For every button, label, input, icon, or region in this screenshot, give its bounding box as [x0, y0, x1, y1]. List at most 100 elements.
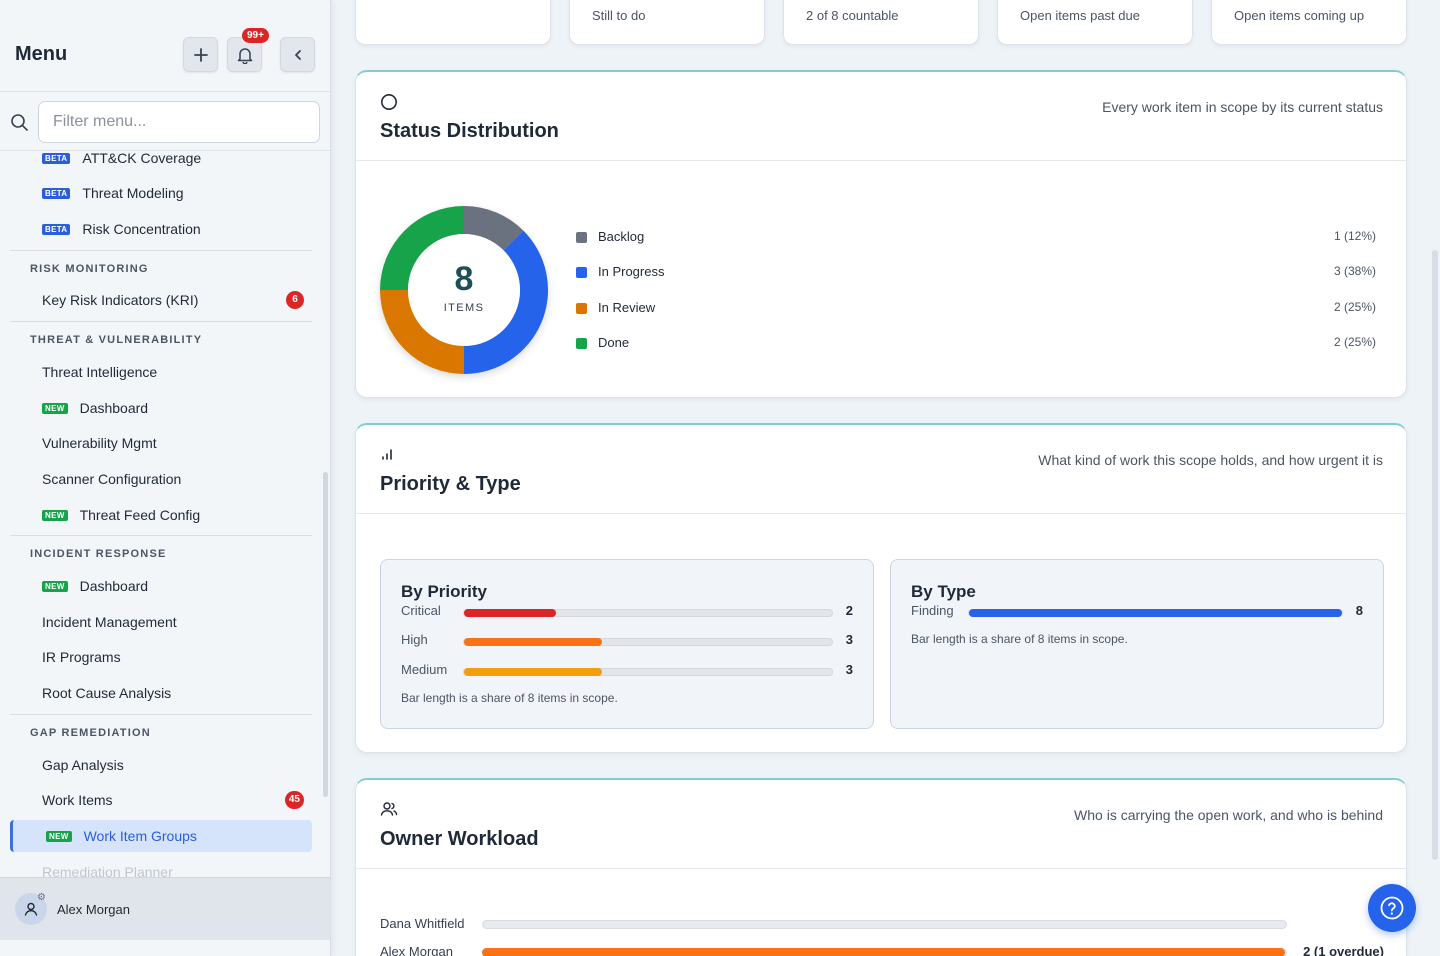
section-incident-response: INCIDENT RESPONSE: [30, 548, 167, 560]
help-button[interactable]: [1368, 884, 1416, 932]
legend-label: Done: [598, 335, 630, 350]
legend-label: In Progress: [598, 264, 665, 279]
bar-label: Critical: [401, 603, 441, 618]
bar-value: 8: [1355, 603, 1363, 618]
section-threat-vulnerability: THREAT & VULNERABILITY: [30, 334, 203, 346]
beta-tag: BETA: [42, 187, 71, 199]
owner-row: Alex Morgan 2 (1 overdue): [380, 944, 1384, 956]
sidebar-item-work-items[interactable]: Work Items 45: [10, 783, 312, 817]
bar-fill: [464, 668, 602, 676]
card-header: Owner Workload Who is carrying the open …: [356, 780, 1406, 869]
divider: [10, 714, 312, 715]
sidebar-item-root-cause-analysis[interactable]: Root Cause Analysis: [10, 676, 312, 710]
kpi-caption: Still to do: [592, 8, 646, 23]
beta-tag: BETA: [42, 223, 71, 235]
sidebar-item-label: Key Risk Indicators (KRI): [42, 292, 199, 308]
sidebar-item-ir-programs[interactable]: IR Programs: [10, 640, 312, 674]
legend-swatch: [576, 338, 587, 349]
divider: [10, 535, 312, 536]
kpi-card-coming-up: Open items coming up: [1211, 0, 1407, 45]
sidebar-item-incident-management[interactable]: Incident Management: [10, 605, 312, 639]
sidebar-item-label: Incident Management: [42, 614, 177, 630]
card-subtitle: Who is carrying the open work, and who i…: [1074, 807, 1383, 823]
sidebar-item-ir-dashboard[interactable]: NEW Dashboard: [10, 569, 312, 603]
legend-swatch: [576, 232, 587, 243]
bar-fill: [969, 609, 1342, 617]
sidebar-item-label: Threat Feed Config: [79, 507, 201, 523]
beta-tag: BETA: [42, 152, 71, 164]
circle-status-icon: [381, 94, 397, 110]
bar-fill: [464, 609, 556, 617]
notification-badge: 99+: [242, 28, 269, 43]
card-header: Priority & Type What kind of work this s…: [356, 425, 1406, 514]
count-badge: 45: [284, 791, 304, 809]
sidebar-item-threat-intelligence[interactable]: Threat Intelligence: [10, 355, 312, 389]
collapse-sidebar-button[interactable]: [280, 37, 315, 72]
sidebar-item-label: Vulnerability Mgmt: [42, 435, 157, 451]
filter-menu-input[interactable]: [38, 101, 320, 143]
count-badge: 6: [286, 291, 304, 309]
sidebar-item-attack-coverage[interactable]: BETA ATT&CK Coverage: [10, 152, 312, 175]
priority-row-critical: Critical 2: [401, 603, 853, 621]
plus-icon: [193, 47, 208, 62]
owner-bar-track: [482, 920, 1287, 929]
priority-row-high: High 3: [401, 632, 853, 650]
sidebar-item-label: Risk Concentration: [82, 221, 201, 237]
donut-total: 8: [454, 260, 474, 298]
add-button[interactable]: [183, 37, 218, 72]
settings-gear-icon[interactable]: ⚙: [37, 892, 46, 903]
bar-label: Medium: [401, 662, 448, 677]
divider: [10, 321, 312, 322]
sidebar-item-tv-dashboard[interactable]: NEW Dashboard: [10, 391, 312, 425]
panel-note: Bar length is a share of 8 items in scop…: [401, 691, 618, 705]
sidebar-item-remediation-planner[interactable]: Remediation Planner: [42, 864, 173, 877]
sidebar-item-threat-modeling[interactable]: BETA Threat Modeling: [10, 176, 312, 210]
legend-item-in-review: In Review 2 (25%): [576, 299, 1376, 319]
legend-value: 1 (12%): [1333, 229, 1376, 243]
panel-note: Bar length is a share of 8 items in scop…: [911, 632, 1128, 646]
bar-value: 3: [845, 632, 853, 647]
bar-value: 3: [845, 662, 853, 677]
panel-title: By Priority: [401, 582, 487, 601]
bar-fill: [464, 638, 602, 646]
owner-bar-track: [482, 948, 1287, 956]
bar-track: [968, 609, 1343, 617]
card-title: Owner Workload: [380, 828, 539, 850]
legend-item-done: Done 2 (25%): [576, 334, 1376, 354]
sidebar-item-label: Work Items: [42, 792, 113, 808]
legend-value: 3 (38%): [1333, 264, 1376, 278]
by-type-panel: By Type Finding 8 Bar length is a share …: [890, 559, 1384, 729]
by-priority-panel: By Priority Critical 2 High 3 Medium 3 B…: [380, 559, 874, 729]
page-scrollbar[interactable]: [1432, 250, 1438, 860]
new-tag: NEW: [42, 402, 68, 414]
legend-value: 2 (25%): [1333, 335, 1376, 349]
bell-icon: [237, 47, 252, 64]
kpi-card-countable: 2 of 8 countable: [783, 0, 979, 45]
sidebar-item-work-item-groups[interactable]: NEW Work Item Groups: [10, 820, 312, 852]
owner-bar-fill: [482, 948, 1285, 956]
bar-track: [463, 668, 833, 676]
chevron-left-icon: [294, 49, 301, 60]
sidebar-item-gap-analysis[interactable]: Gap Analysis: [10, 748, 312, 782]
search-icon: [11, 114, 28, 131]
sidebar-item-label: Root Cause Analysis: [42, 685, 172, 701]
type-row-finding: Finding 8: [911, 603, 1363, 621]
sidebar-item-label: Scanner Configuration: [42, 471, 182, 487]
sidebar-scrollbar[interactable]: [323, 472, 328, 797]
sidebar-item-scanner-configuration[interactable]: Scanner Configuration: [10, 462, 312, 496]
status-distribution-card: Status Distribution Every work item in s…: [355, 70, 1407, 398]
bar-label: Finding: [911, 603, 954, 618]
sidebar-item-vulnerability-mgmt[interactable]: Vulnerability Mgmt: [10, 426, 312, 460]
user-footer[interactable]: ⚙ Alex Morgan: [0, 877, 330, 940]
priority-type-card: Priority & Type What kind of work this s…: [355, 423, 1407, 753]
card-header: Status Distribution Every work item in s…: [356, 72, 1406, 161]
user-name: Alex Morgan: [57, 902, 130, 917]
sidebar-item-risk-concentration[interactable]: BETA Risk Concentration: [10, 212, 312, 246]
divider: [10, 250, 312, 251]
sidebar-item-label: Dashboard: [79, 400, 149, 416]
priority-row-medium: Medium 3: [401, 662, 853, 680]
sidebar-item-threat-feed-config[interactable]: NEW Threat Feed Config: [10, 498, 312, 532]
user-icon: [24, 902, 38, 916]
sidebar-item-kri[interactable]: Key Risk Indicators (KRI) 6: [10, 283, 312, 317]
bar-label: High: [401, 632, 428, 647]
